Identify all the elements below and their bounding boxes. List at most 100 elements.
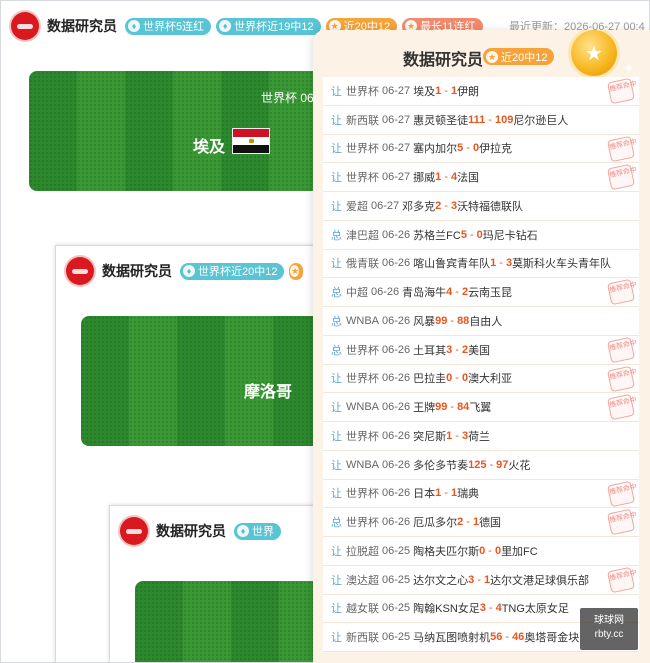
row-league: 世界杯 (346, 85, 379, 98)
score-separator: - (488, 544, 492, 557)
score-separator: - (477, 573, 481, 586)
row-away: 德国 (479, 517, 502, 530)
row-hs: 125 (468, 458, 487, 471)
row-date: 06-26 (382, 343, 411, 356)
record-row[interactable]: 总 WNBA 06-26 风暴 99-88 自由人 (323, 307, 639, 336)
row-type: 让 (331, 85, 342, 98)
row-home: 邓多克 (402, 200, 436, 213)
row-date: 06-26 (382, 228, 411, 241)
row-as: 97 (496, 458, 509, 471)
record-row[interactable]: 让世界杯 06-27 塞内加尔 5-0 伊拉克 推荐命中 (323, 134, 639, 164)
match-card[interactable]: 摩洛哥 (81, 316, 341, 446)
row-hs: 2 (457, 516, 464, 529)
record-row[interactable]: 让世界杯 06-27 埃及 1-1 伊朗 推荐命中 (323, 77, 639, 106)
row-date: 06-26 (382, 429, 411, 442)
expert-avatar[interactable] (11, 12, 39, 40)
row-hs: 99 (435, 401, 448, 414)
score-separator: - (444, 84, 448, 97)
record-row[interactable]: 总津巴超 06-26 苏格兰FC 5-0 玛尼卡钻石 (323, 220, 639, 250)
hit-stamp-icon: 推荐命中 (606, 135, 638, 162)
record-row[interactable]: 让新西联 06-27 惠灵顿圣徒 111-109 尼尔逊巨人 (323, 105, 639, 135)
badge-worldcup-label: 世界杯近20中12 (198, 266, 278, 278)
score-separator: - (455, 286, 459, 299)
score-separator: - (455, 343, 459, 356)
row-date: 06-26 (382, 516, 411, 529)
row-hs: 4 (446, 286, 453, 299)
record-row[interactable]: 让世界杯 06-26 突尼斯 1-3 荷兰 (323, 422, 639, 451)
row-home: 风暴 (413, 315, 436, 328)
score-separator: - (444, 199, 448, 212)
row-league: 新西联 (346, 114, 379, 127)
sparkle-icon: ✦ (623, 60, 635, 76)
record-row[interactable]: 让爱超 06-27 邓多克 2-3 沃特福德联队 (323, 192, 639, 221)
row-date: 06-25 (382, 631, 411, 644)
row-type: 让 (331, 430, 342, 443)
record-row[interactable]: 总中超 06-26 青岛海牛 4-2 云南玉昆 推荐命中 (323, 278, 639, 307)
egypt-flag-icon (232, 128, 270, 154)
record-row[interactable]: 总世界杯 06-26 土耳其 3-2 美国 推荐命中 (323, 335, 639, 365)
score-separator: - (450, 314, 455, 327)
row-away: 奥塔哥金块 (524, 632, 580, 645)
record-row[interactable]: 让世界杯 06-26 日本 1-1 瑞典 推荐命中 (323, 479, 639, 509)
row-hs: 0 (446, 372, 453, 385)
row-league: 世界杯 (346, 430, 379, 443)
row-home: 达尔文之心 (413, 574, 469, 587)
score-separator: - (489, 458, 494, 471)
record-row[interactable]: 让世界杯 06-27 挪威 1-4 法国 推荐命中 (323, 163, 639, 192)
row-date: 06-26 (382, 487, 411, 500)
trophy-icon: ♦ (183, 265, 195, 277)
watermark-logo: 球球网 rbty.cc (580, 608, 638, 650)
row-away: 火花 (508, 459, 531, 472)
record-row[interactable]: 总世界杯 06-26 厄瓜多尔 2-1 德国 推荐命中 (323, 508, 639, 537)
row-type: 让 (331, 632, 342, 645)
record-row[interactable]: 让世界杯 06-26 巴拉圭 0-0 澳大利亚 推荐命中 (323, 364, 639, 394)
hit-stamp-icon: 推荐命中 (606, 508, 638, 536)
row-date: 06-26 (382, 257, 411, 270)
row-away: 莫斯科火车头青年队 (512, 258, 612, 271)
score-separator: - (499, 257, 503, 270)
expert-avatar[interactable] (120, 517, 148, 545)
row-league: 新西联 (346, 632, 379, 645)
record-row[interactable]: 让澳达超 06-25 达尔文之心 3-1 达尔文港足球俱乐部 推荐命中 (323, 565, 639, 595)
expert-avatar[interactable] (66, 257, 94, 285)
row-away: 瑞典 (457, 488, 480, 501)
row-away: 荷兰 (468, 430, 491, 443)
hit-stamp-icon: 推荐命中 (606, 77, 638, 105)
row-away: 尼尔逊巨人 (513, 114, 569, 127)
row-date: 06-26 (382, 314, 411, 327)
match-card[interactable]: 世界杯 06 埃及 (29, 71, 329, 191)
badge-streak-label: 世界杯5连红 (143, 21, 205, 33)
row-home: 陶翰KSN女足 (413, 603, 480, 616)
record-row[interactable]: 让拉脱超 06-25 陶格夫匹尔斯 0-0 里加FC (323, 537, 639, 566)
row-hs: 1 (490, 257, 497, 270)
badge-streak: ♦ 世界杯5连红 (125, 17, 212, 35)
record-row[interactable]: 让俄青联 06-26 喀山鲁宾青年队 1-3 莫斯科火车头青年队 (323, 249, 639, 279)
row-home: 巴拉圭 (413, 373, 447, 386)
row-away: 云南玉昆 (468, 287, 513, 300)
row-as: 46 (512, 631, 525, 644)
hit-stamp-icon: 推荐命中 (606, 365, 638, 392)
row-hs: 2 (435, 199, 442, 212)
hit-stamp-icon: 推荐命中 (606, 480, 638, 507)
hit-stamp-icon: 推荐命中 (606, 336, 638, 364)
row-away: 沃特福德联队 (457, 200, 524, 213)
match-card[interactable] (135, 581, 335, 662)
record-row[interactable]: 让 WNBA 06-26 多伦多节奏 125-97 火花 (323, 450, 639, 480)
row-type: 让 (331, 258, 342, 271)
hit-stamp-icon: 推荐命中 (606, 163, 638, 191)
row-home: 厄瓜多尔 (413, 517, 458, 530)
record-row[interactable]: 让 WNBA 06-26 王牌 99-84 飞翼 推荐命中 (323, 393, 639, 422)
row-league: 越女联 (346, 603, 379, 616)
record-panel: 数据研究员 ★ 近20中12 ★ ✦ 让世界杯 06-27 埃及 1-1 伊朗 推荐命中让新… (313, 30, 650, 663)
row-as: 88 (457, 314, 470, 327)
row-type: 让 (331, 603, 342, 616)
row-hs: 1 (435, 487, 442, 500)
row-date: 06-27 (371, 199, 400, 212)
badge-worldcup-label: 世界杯近19中12 (234, 21, 314, 33)
panel-badge-label: 近20中12 (501, 51, 548, 64)
row-type: 让 (331, 459, 342, 472)
row-home: 多伦多节奏 (413, 459, 469, 472)
badge-worldcup-record: ♦ 世界杯近19中12 (216, 17, 321, 35)
row-away: 澳大利亚 (468, 373, 513, 386)
star-icon: ★ (290, 265, 300, 277)
